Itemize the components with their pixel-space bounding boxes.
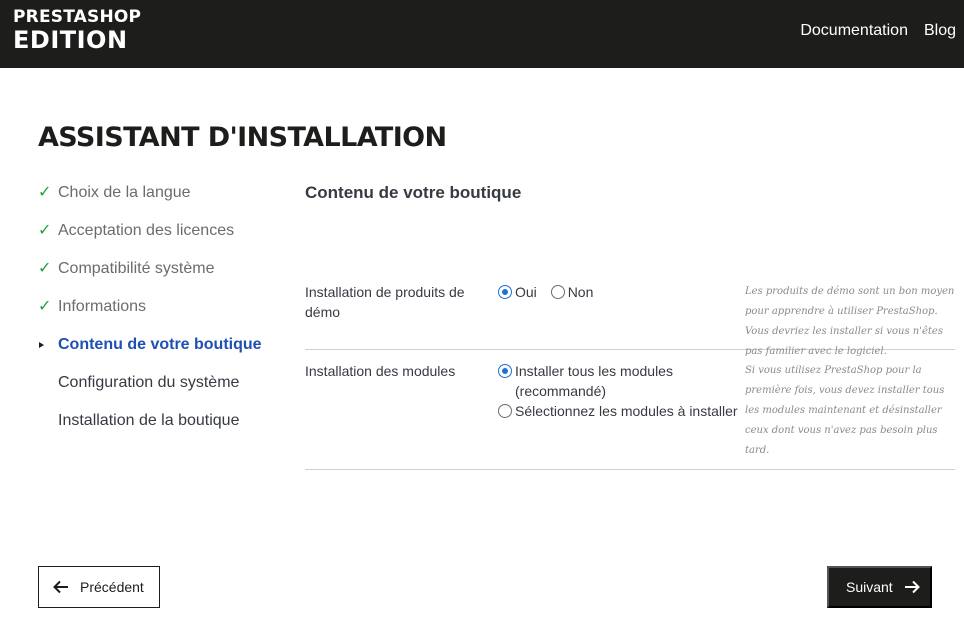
shop-content-panel: Contenu de votre boutique Installation d… (305, 183, 955, 470)
arrow-left-icon (53, 580, 68, 594)
check-icon: ✓ (38, 184, 52, 201)
radio-label: Installer tous les modules (recommandé) (515, 363, 673, 399)
step-compatibility: ✓ Compatibilité système (38, 259, 278, 297)
logo-line1: PRESTASHOP (13, 7, 142, 27)
step-label: Contenu de votre boutique (58, 336, 262, 353)
step-shop-install: Installation de la boutique (38, 411, 278, 449)
radio-label: Sélectionnez les modules à installer (515, 403, 738, 419)
install-steps: ✓ Choix de la langue ✓ Acceptation des l… (38, 183, 278, 449)
radio-label: Oui (515, 284, 537, 300)
page-title: ASSISTANT D'INSTALLATION (38, 122, 447, 153)
demo-no-radio[interactable]: Non (550, 282, 594, 302)
step-language: ✓ Choix de la langue (38, 183, 278, 221)
check-icon: ✓ (38, 260, 52, 277)
modules-options: Installer tous les modules (recommandé) … (498, 361, 755, 421)
demo-products-label: Installation de produits de démo (305, 284, 465, 320)
modules-help: Si vous utilisez PrestaShop pour la prem… (745, 365, 945, 456)
demo-products-options: Oui Non (498, 282, 603, 304)
demo-yes-radio[interactable]: Oui (498, 282, 537, 302)
step-informations: ✓ Informations (38, 297, 278, 335)
radio-unchecked-icon[interactable] (498, 404, 512, 418)
modules-label: Installation des modules (305, 363, 456, 379)
step-label: Choix de la langue (58, 184, 191, 201)
radio-label: Non (567, 284, 594, 300)
section-title: Contenu de votre boutique (305, 183, 522, 202)
header-nav: Documentation Blog (800, 22, 956, 40)
demo-products-row: Installation de produits de démo Oui Non… (305, 233, 955, 357)
modules-row: Installation des modules Installer tous … (305, 350, 955, 470)
next-button[interactable]: Suivant (827, 566, 932, 608)
logo-line2: EDITION (13, 26, 128, 54)
previous-label: Précédent (80, 579, 144, 595)
check-icon: ✓ (38, 222, 52, 239)
caret-right-icon (38, 335, 52, 355)
step-label: Compatibilité système (58, 260, 215, 277)
radio-checked-icon[interactable] (498, 364, 512, 378)
radio-checked-icon[interactable] (498, 285, 512, 299)
top-header: PRESTASHOP EDITION Documentation Blog (0, 0, 964, 68)
step-label: Installation de la boutique (58, 412, 240, 429)
prestashop-logo[interactable]: PRESTASHOP EDITION (13, 7, 142, 54)
documentation-link[interactable]: Documentation (800, 22, 908, 40)
step-label: Informations (58, 298, 147, 315)
blog-link[interactable]: Blog (924, 22, 956, 40)
install-all-modules-radio[interactable]: Installer tous les modules (recommandé) (498, 361, 755, 401)
select-modules-radio[interactable]: Sélectionnez les modules à installer (498, 401, 755, 421)
previous-button[interactable]: Précédent (38, 566, 160, 608)
next-label: Suivant (846, 579, 893, 595)
step-licenses: ✓ Acceptation des licences (38, 221, 278, 259)
step-label: Configuration du système (58, 374, 240, 391)
step-shop-content: Contenu de votre boutique (38, 335, 278, 373)
step-system-config: Configuration du système (38, 373, 278, 411)
check-icon: ✓ (38, 298, 52, 315)
radio-unchecked-icon[interactable] (550, 285, 565, 299)
arrow-right-icon (904, 580, 920, 594)
step-label: Acceptation des licences (58, 222, 235, 239)
